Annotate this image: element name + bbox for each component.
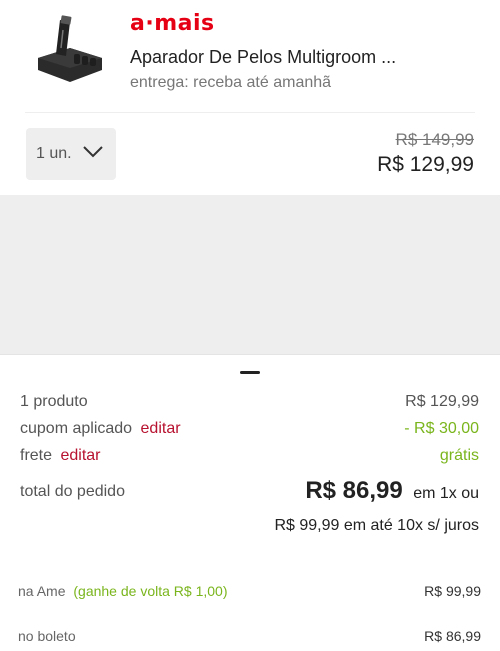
products-label: 1 produto	[20, 393, 88, 410]
quantity-value: 1 un.	[36, 145, 72, 162]
coupon-value: - R$ 30,00	[404, 420, 479, 437]
coupon-label: cupom aplicado	[20, 420, 133, 437]
payment-row-ame[interactable]: na Ame (ganhe de volta R$ 1,00) R$ 99,99	[18, 583, 481, 599]
current-price: R$ 129,99	[377, 153, 474, 176]
summary-row-coupon: cupom aplicado editar - R$ 30,00	[20, 420, 479, 438]
drag-handle[interactable]	[240, 371, 260, 374]
seller-logo: a·mais	[130, 10, 215, 36]
summary-row-products: 1 produto R$ 129,99	[20, 393, 479, 411]
order-summary-sheet: 1 produto R$ 129,99 cupom aplicado edita…	[0, 354, 500, 651]
coupon-edit-link[interactable]: editar	[141, 420, 181, 437]
shipping-label: frete	[20, 447, 53, 464]
total-value-group: R$ 86,99 em 1x ou	[305, 477, 479, 505]
delivery-info: entrega: receba até amanhã	[130, 74, 332, 91]
quantity-selector[interactable]: 1 un.	[26, 128, 116, 180]
divider	[25, 112, 475, 113]
total-label: total do pedido	[20, 483, 125, 500]
payment-row-boleto[interactable]: no boleto R$ 86,99	[18, 628, 481, 644]
product-title[interactable]: Aparador De Pelos Multigroom ...	[130, 47, 460, 68]
shipping-value: grátis	[439, 447, 479, 464]
original-price: R$ 149,99	[395, 130, 474, 149]
ame-value: R$ 99,99	[424, 583, 481, 599]
cart-item: a·mais Aparador De Pelos Multigroom ... …	[0, 0, 500, 195]
chevron-down-icon	[82, 145, 104, 159]
total-value: R$ 86,99	[305, 477, 403, 504]
boleto-value: R$ 86,99	[424, 628, 481, 644]
boleto-label: no boleto	[18, 628, 76, 644]
ame-label: na Ame	[18, 583, 66, 599]
product-image[interactable]	[30, 10, 110, 90]
empty-area	[0, 195, 500, 355]
seller-logo-text: a·mais	[130, 10, 215, 36]
summary-row-total: total do pedido R$ 86,99 em 1x ou	[20, 477, 479, 504]
shipping-edit-link[interactable]: editar	[60, 447, 100, 464]
ame-cashback: (ganhe de volta R$ 1,00)	[73, 583, 228, 599]
summary-row-shipping: frete editar grátis	[20, 447, 479, 465]
total-terms: em 1x ou	[413, 485, 479, 502]
products-value: R$ 129,99	[405, 393, 479, 410]
installments-info: R$ 99,99 em até 10x s/ juros	[274, 517, 479, 534]
